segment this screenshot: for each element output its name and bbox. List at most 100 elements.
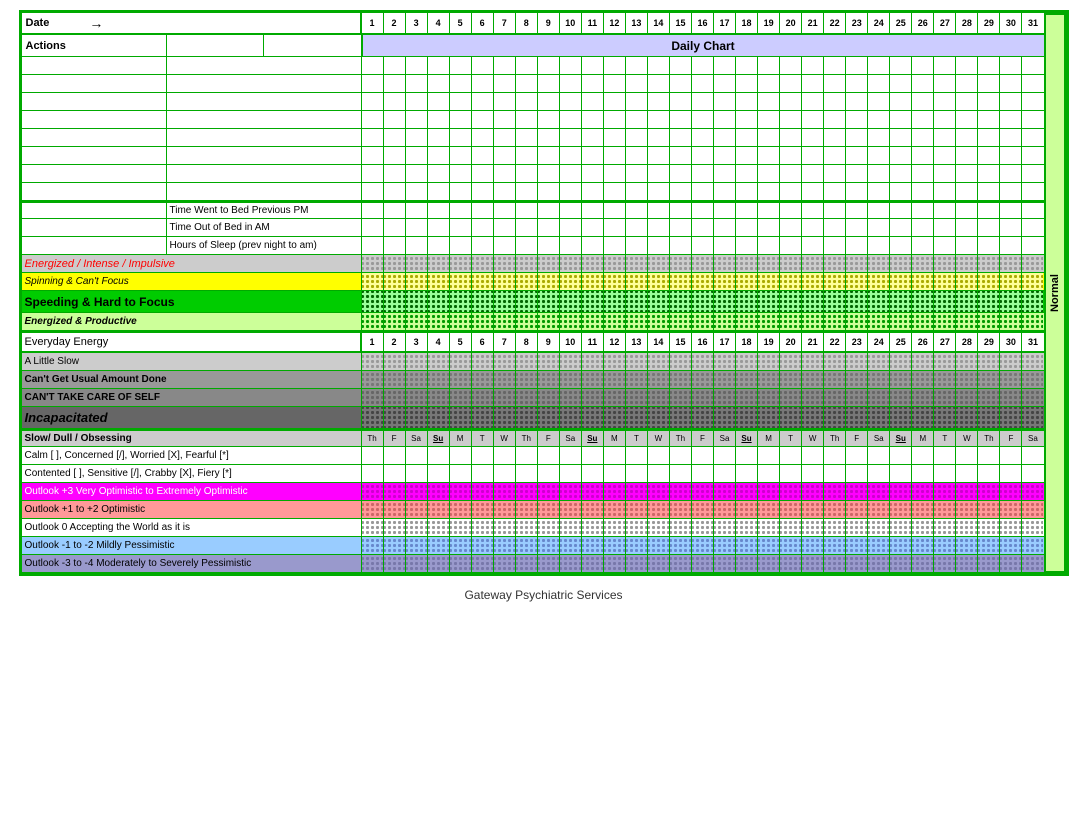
day-cell-24 [868,147,890,164]
day-cell-3 [406,255,428,272]
day-cell-11 [582,129,604,146]
header-day-16: 16 [692,13,714,33]
day-cell-26 [912,407,934,428]
dow-cell-26: T [934,431,956,446]
day-cell-6 [472,165,494,182]
day-cell-18 [736,129,758,146]
outlook-day-0-8 [538,483,560,500]
day-cell-10 [560,75,582,92]
slowdull-label: Slow/ Dull / Obsessing [22,431,362,446]
day-cell-27 [934,57,956,74]
day-cell-18 [736,183,758,200]
day-cell-8 [516,111,538,128]
day-cell-10 [560,219,582,236]
day-cell-20 [780,237,802,254]
day-cell-3 [406,465,428,482]
outlook-day-3-14 [670,537,692,554]
outlook-day-0-21 [824,483,846,500]
header-day-18: 18 [736,13,758,33]
day-cell-29 [978,147,1000,164]
outlook-day-4-20 [802,555,824,572]
outlook-day-4-8 [538,555,560,572]
outlook-day-4-21 [824,555,846,572]
day-cell-16 [692,313,714,330]
day-cell-29 [978,371,1000,388]
day-cell-25 [890,371,912,388]
day-cell-29 [978,57,1000,74]
outlook-day-2-29 [1000,519,1022,536]
empty-label-area-4 [22,129,362,146]
everyday-days: 1234567891011121314151617181920212223242… [362,333,1044,351]
day-cell-23 [846,57,868,74]
day-cell-28 [956,389,978,406]
day-cell-15 [670,129,692,146]
day-cell-4 [428,371,450,388]
day-cell-12 [604,313,626,330]
day-cell-26 [912,389,934,406]
dow-cell-30: Sa [1022,431,1043,446]
day-cell-2 [384,165,406,182]
day-cell-23 [846,203,868,218]
day-cell-22 [824,203,846,218]
day-cell-9 [538,237,560,254]
outlook-day-0-22 [846,483,868,500]
day-cell-24 [868,371,890,388]
dow-cell-4: M [450,431,472,446]
day-cell-10 [560,129,582,146]
day-cell-11 [582,255,604,272]
day-cell-20 [780,465,802,482]
outlook-day-3-6 [494,537,516,554]
day-cell-21 [802,313,824,330]
day-cell-13 [626,75,648,92]
outlook-day-4-5 [472,555,494,572]
day-cell-27 [934,219,956,236]
outlook-day-0-27 [956,483,978,500]
day-cell-19 [758,371,780,388]
empty-sub1-4 [22,129,167,146]
day-cell-22 [824,255,846,272]
day-cell-20 [780,111,802,128]
day-cell-5 [450,255,472,272]
day-cell-9 [538,111,560,128]
dow-cell-13: W [648,431,670,446]
day-cell-19 [758,291,780,312]
day-cell-29 [978,165,1000,182]
day-cell-19 [758,203,780,218]
day-cell-31 [1022,273,1043,290]
day-cell-28 [956,147,978,164]
day-cell-14 [648,129,670,146]
day-cell-11 [582,165,604,182]
day-cell-30 [1000,353,1022,370]
day-cell-4 [428,111,450,128]
day-cell-7 [494,353,516,370]
day-cell-9 [538,371,560,388]
day-cell-14 [648,447,670,464]
day-cell-26 [912,273,934,290]
outlook-day-3-16 [714,537,736,554]
day-cell-17 [714,273,736,290]
day-cell-29 [978,447,1000,464]
day-cell-19 [758,75,780,92]
day-cell-2 [384,237,406,254]
dow-cell-16: Sa [714,431,736,446]
outlook-day-2-28 [978,519,1000,536]
day-cell-28 [956,203,978,218]
day-cell-3 [406,111,428,128]
day-cell-7 [494,75,516,92]
outlook-day-1-19 [780,501,802,518]
day-cell-23 [846,237,868,254]
outlook-day-0-30 [1022,483,1043,500]
outlook-day-4-26 [934,555,956,572]
day-cell-30 [1000,57,1022,74]
outlook-day-1-5 [472,501,494,518]
day-cell-9 [538,407,560,428]
day-cell-29 [978,237,1000,254]
day-cell-8 [516,353,538,370]
day-cell-5 [450,183,472,200]
day-cell-8 [516,407,538,428]
day-cell-12 [604,237,626,254]
day-cell-16 [692,353,714,370]
day-cell-28 [956,237,978,254]
day-cell-18 [736,219,758,236]
day-cell-28 [956,465,978,482]
